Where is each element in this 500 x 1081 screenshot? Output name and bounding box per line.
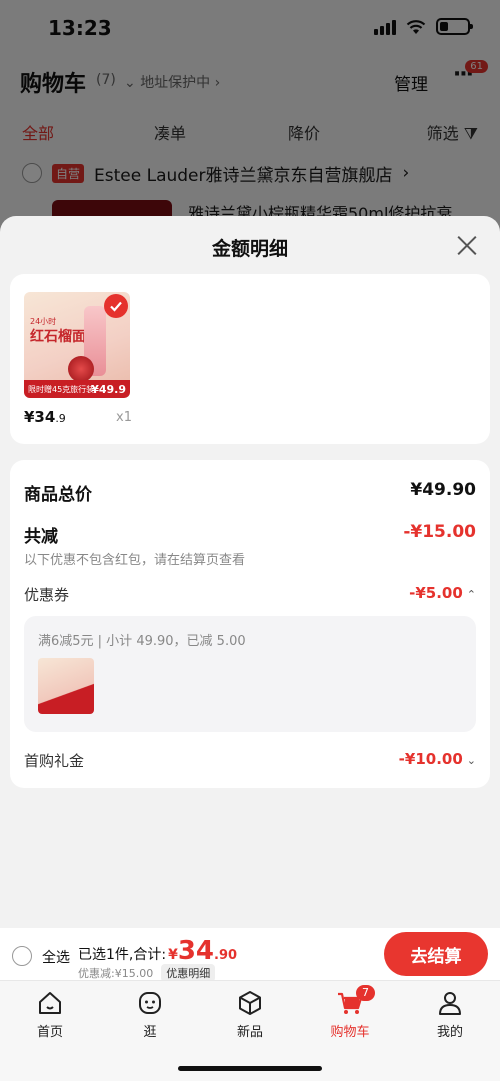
checkout-button[interactable]: 去结算 [384,932,488,976]
select-all-label[interactable]: 全选 [42,947,70,967]
select-all-radio[interactable] [12,946,32,966]
total-row: 商品总价 ¥49.90 [24,480,476,505]
tab-home[interactable]: 首页 [20,989,80,1040]
amount-detail-sheet: 金额明细 24小时 红石榴面 限时赠45克旅行装 ¥49.9 ¥34.9 x1 … [0,216,500,928]
product-quantity: x1 [116,410,132,425]
home-indicator [178,1066,322,1071]
product-price: ¥34.9 [24,408,66,426]
tab-profile[interactable]: 我的 [420,989,480,1040]
checkmark-icon [104,294,128,318]
total-value: ¥49.90 [410,480,476,500]
modal-overlay[interactable] [0,0,500,240]
coupon-label: 优惠券 [24,586,70,604]
tab-browse[interactable]: 逛 [120,989,180,1040]
reduce-hint: 以下优惠不包含红包，请在结算页查看 [24,553,246,568]
gift-value[interactable]: -¥10.00 ⌄ [399,750,476,768]
coupon-row[interactable]: 优惠券 -¥5.00 ⌃ [24,584,476,606]
chevron-down-icon: ⌄ [466,754,476,767]
total-label: 商品总价 [24,485,92,505]
face-icon [139,992,161,1014]
reduce-row: 共减 -¥15.00 [24,522,476,547]
coupon-value[interactable]: -¥5.00 ⌃ [409,584,476,602]
tab-cart[interactable]: 7 购物车 [320,985,380,1040]
box-icon [239,991,261,1015]
coupon-product-thumbnail [38,658,94,714]
reduce-value: -¥15.00 [403,522,476,542]
chevron-up-icon: ⌃ [466,588,476,601]
product-card: 24小时 红石榴面 限时赠45克旅行装 ¥49.9 ¥34.9 x1 [10,274,490,444]
gift-label: 首购礼金 [24,752,85,770]
gift-row[interactable]: 首购礼金 -¥10.00 ⌄ [24,750,476,772]
user-icon [439,992,461,1015]
close-icon[interactable] [456,234,478,256]
checkout-bar: 全选 已选1件,合计: ¥ 34 .90 优惠减:¥15.00 优惠明细 去结算 [0,928,500,982]
cart-badge: 7 [356,985,375,1001]
total-summary: 已选1件,合计: ¥ 34 .90 [78,936,238,966]
home-icon [39,992,61,1014]
sheet-title: 金额明细 [211,238,288,260]
coupon-description: 满6减5元 | 小计 49.90，已减 5.00 [38,634,246,649]
tab-new[interactable]: 新品 [220,989,280,1040]
reduce-label: 共减 [24,527,58,547]
price-breakdown-card: 商品总价 ¥49.90 共减 -¥15.00 以下优惠不包含红包，请在结算页查看… [10,460,490,788]
coupon-detail-box: 满6减5元 | 小计 49.90，已减 5.00 [24,616,476,732]
